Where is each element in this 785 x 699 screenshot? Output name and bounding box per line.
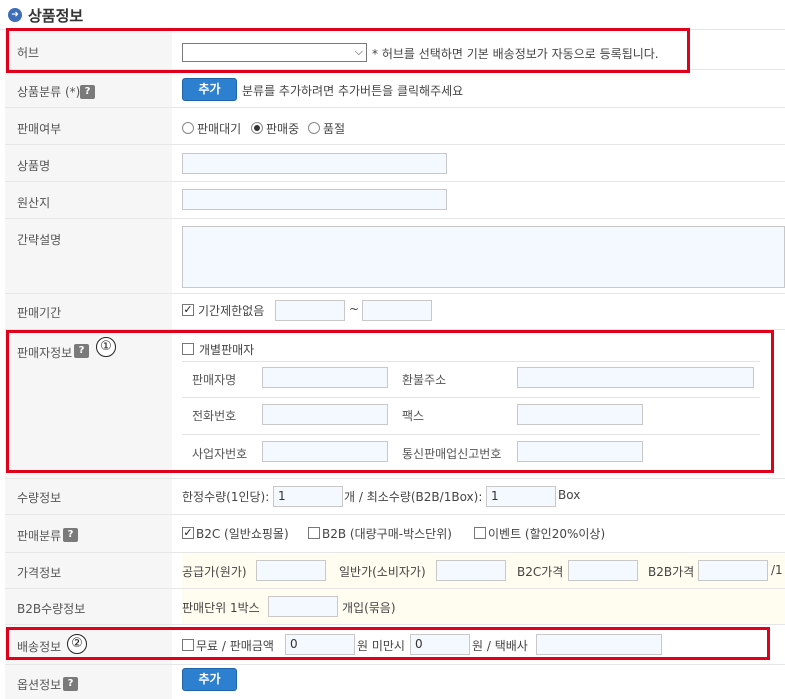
radio-label-sold-out: 품절 bbox=[323, 122, 346, 136]
radio-sale-waiting[interactable] bbox=[182, 122, 194, 134]
b2c-checkbox[interactable]: ✓ bbox=[182, 527, 194, 539]
category-add-button[interactable]: 추가 bbox=[182, 78, 237, 101]
limit-quantity-label: 한정수량(1인당): bbox=[182, 490, 270, 504]
help-icon[interactable]: ? bbox=[63, 528, 78, 542]
origin-label: 원산지 bbox=[17, 196, 51, 210]
price-trail: /1 bbox=[771, 563, 783, 577]
b2c-label: B2C (일반쇼핑몰) bbox=[196, 527, 289, 541]
b2c-price-label: B2C가격 bbox=[517, 565, 564, 579]
category-label: 상품분류 (*) bbox=[17, 85, 81, 99]
radio-label-on-sale: 판매중 bbox=[266, 122, 300, 136]
highlight-box-seller bbox=[6, 330, 774, 473]
short-desc-textarea[interactable] bbox=[182, 226, 785, 288]
short-desc-label: 간략설명 bbox=[17, 233, 62, 247]
radio-on-sale[interactable] bbox=[251, 122, 263, 134]
b2b-unit-input[interactable] bbox=[268, 596, 338, 617]
normal-price-input[interactable] bbox=[436, 560, 506, 581]
limit-quantity-unit: 개 / 최소수량(B2B/1Box): bbox=[344, 490, 483, 504]
highlight-box-shipping bbox=[6, 627, 770, 660]
highlight-box-hub bbox=[6, 28, 690, 73]
price-label: 가격정보 bbox=[17, 566, 62, 580]
event-checkbox[interactable] bbox=[474, 527, 486, 539]
b2c-price-input[interactable] bbox=[568, 560, 638, 581]
limit-quantity-input[interactable]: 1 bbox=[273, 486, 343, 507]
event-label: 이벤트 (할인20%이상) bbox=[488, 527, 606, 541]
row-sale-status: 판매여부 bbox=[5, 108, 785, 145]
b2b-unit-label: 판매단위 1박스 bbox=[182, 601, 260, 615]
b2b-price-input[interactable] bbox=[698, 560, 768, 581]
row-options: 옵션정보 bbox=[5, 665, 785, 699]
b2b-quantity-label: B2B수량정보 bbox=[17, 602, 86, 616]
period-start-input[interactable] bbox=[275, 300, 345, 321]
supply-price-input[interactable] bbox=[256, 560, 326, 581]
period-end-input[interactable] bbox=[362, 300, 432, 321]
period-unlimited-label: 기간제한없음 bbox=[198, 304, 265, 318]
origin-input[interactable] bbox=[182, 189, 447, 210]
options-add-button[interactable]: 추가 bbox=[182, 668, 237, 691]
min-quantity-unit: Box bbox=[558, 488, 581, 502]
options-label: 옵션정보 bbox=[17, 678, 62, 692]
b2b-price-label: B2B가격 bbox=[648, 565, 695, 579]
section-header: ➜ 상품정보 bbox=[0, 0, 785, 30]
section-title: 상품정보 bbox=[28, 7, 84, 25]
sale-type-label: 판매분류 bbox=[17, 529, 62, 543]
product-name-label: 상품명 bbox=[17, 159, 51, 173]
normal-price-label: 일반가(소비자가) bbox=[339, 565, 426, 579]
help-icon[interactable]: ? bbox=[63, 677, 78, 691]
category-note: 분류를 추가하려면 추가버튼을 클릭해주세요 bbox=[242, 84, 464, 98]
b2b-label: B2B (대량구매-박스단위) bbox=[322, 527, 452, 541]
min-quantity-input[interactable]: 1 bbox=[486, 486, 556, 507]
quantity-label: 수량정보 bbox=[17, 491, 62, 505]
b2b-checkbox[interactable] bbox=[308, 527, 320, 539]
product-name-input[interactable] bbox=[182, 153, 447, 174]
period-separator: ~ bbox=[349, 302, 360, 316]
supply-price-label: 공급가(원가) bbox=[182, 565, 247, 579]
sale-period-label: 판매기간 bbox=[17, 306, 62, 320]
circle-arrow-icon: ➜ bbox=[8, 8, 22, 22]
radio-label-waiting: 판매대기 bbox=[197, 122, 242, 136]
help-icon[interactable]: ? bbox=[80, 85, 95, 99]
sale-status-label: 판매여부 bbox=[17, 122, 62, 136]
b2b-unit-suffix: 개입(묶음) bbox=[342, 601, 396, 615]
radio-sold-out[interactable] bbox=[308, 122, 320, 134]
period-unlimited-checkbox[interactable]: ✓ bbox=[182, 304, 194, 316]
